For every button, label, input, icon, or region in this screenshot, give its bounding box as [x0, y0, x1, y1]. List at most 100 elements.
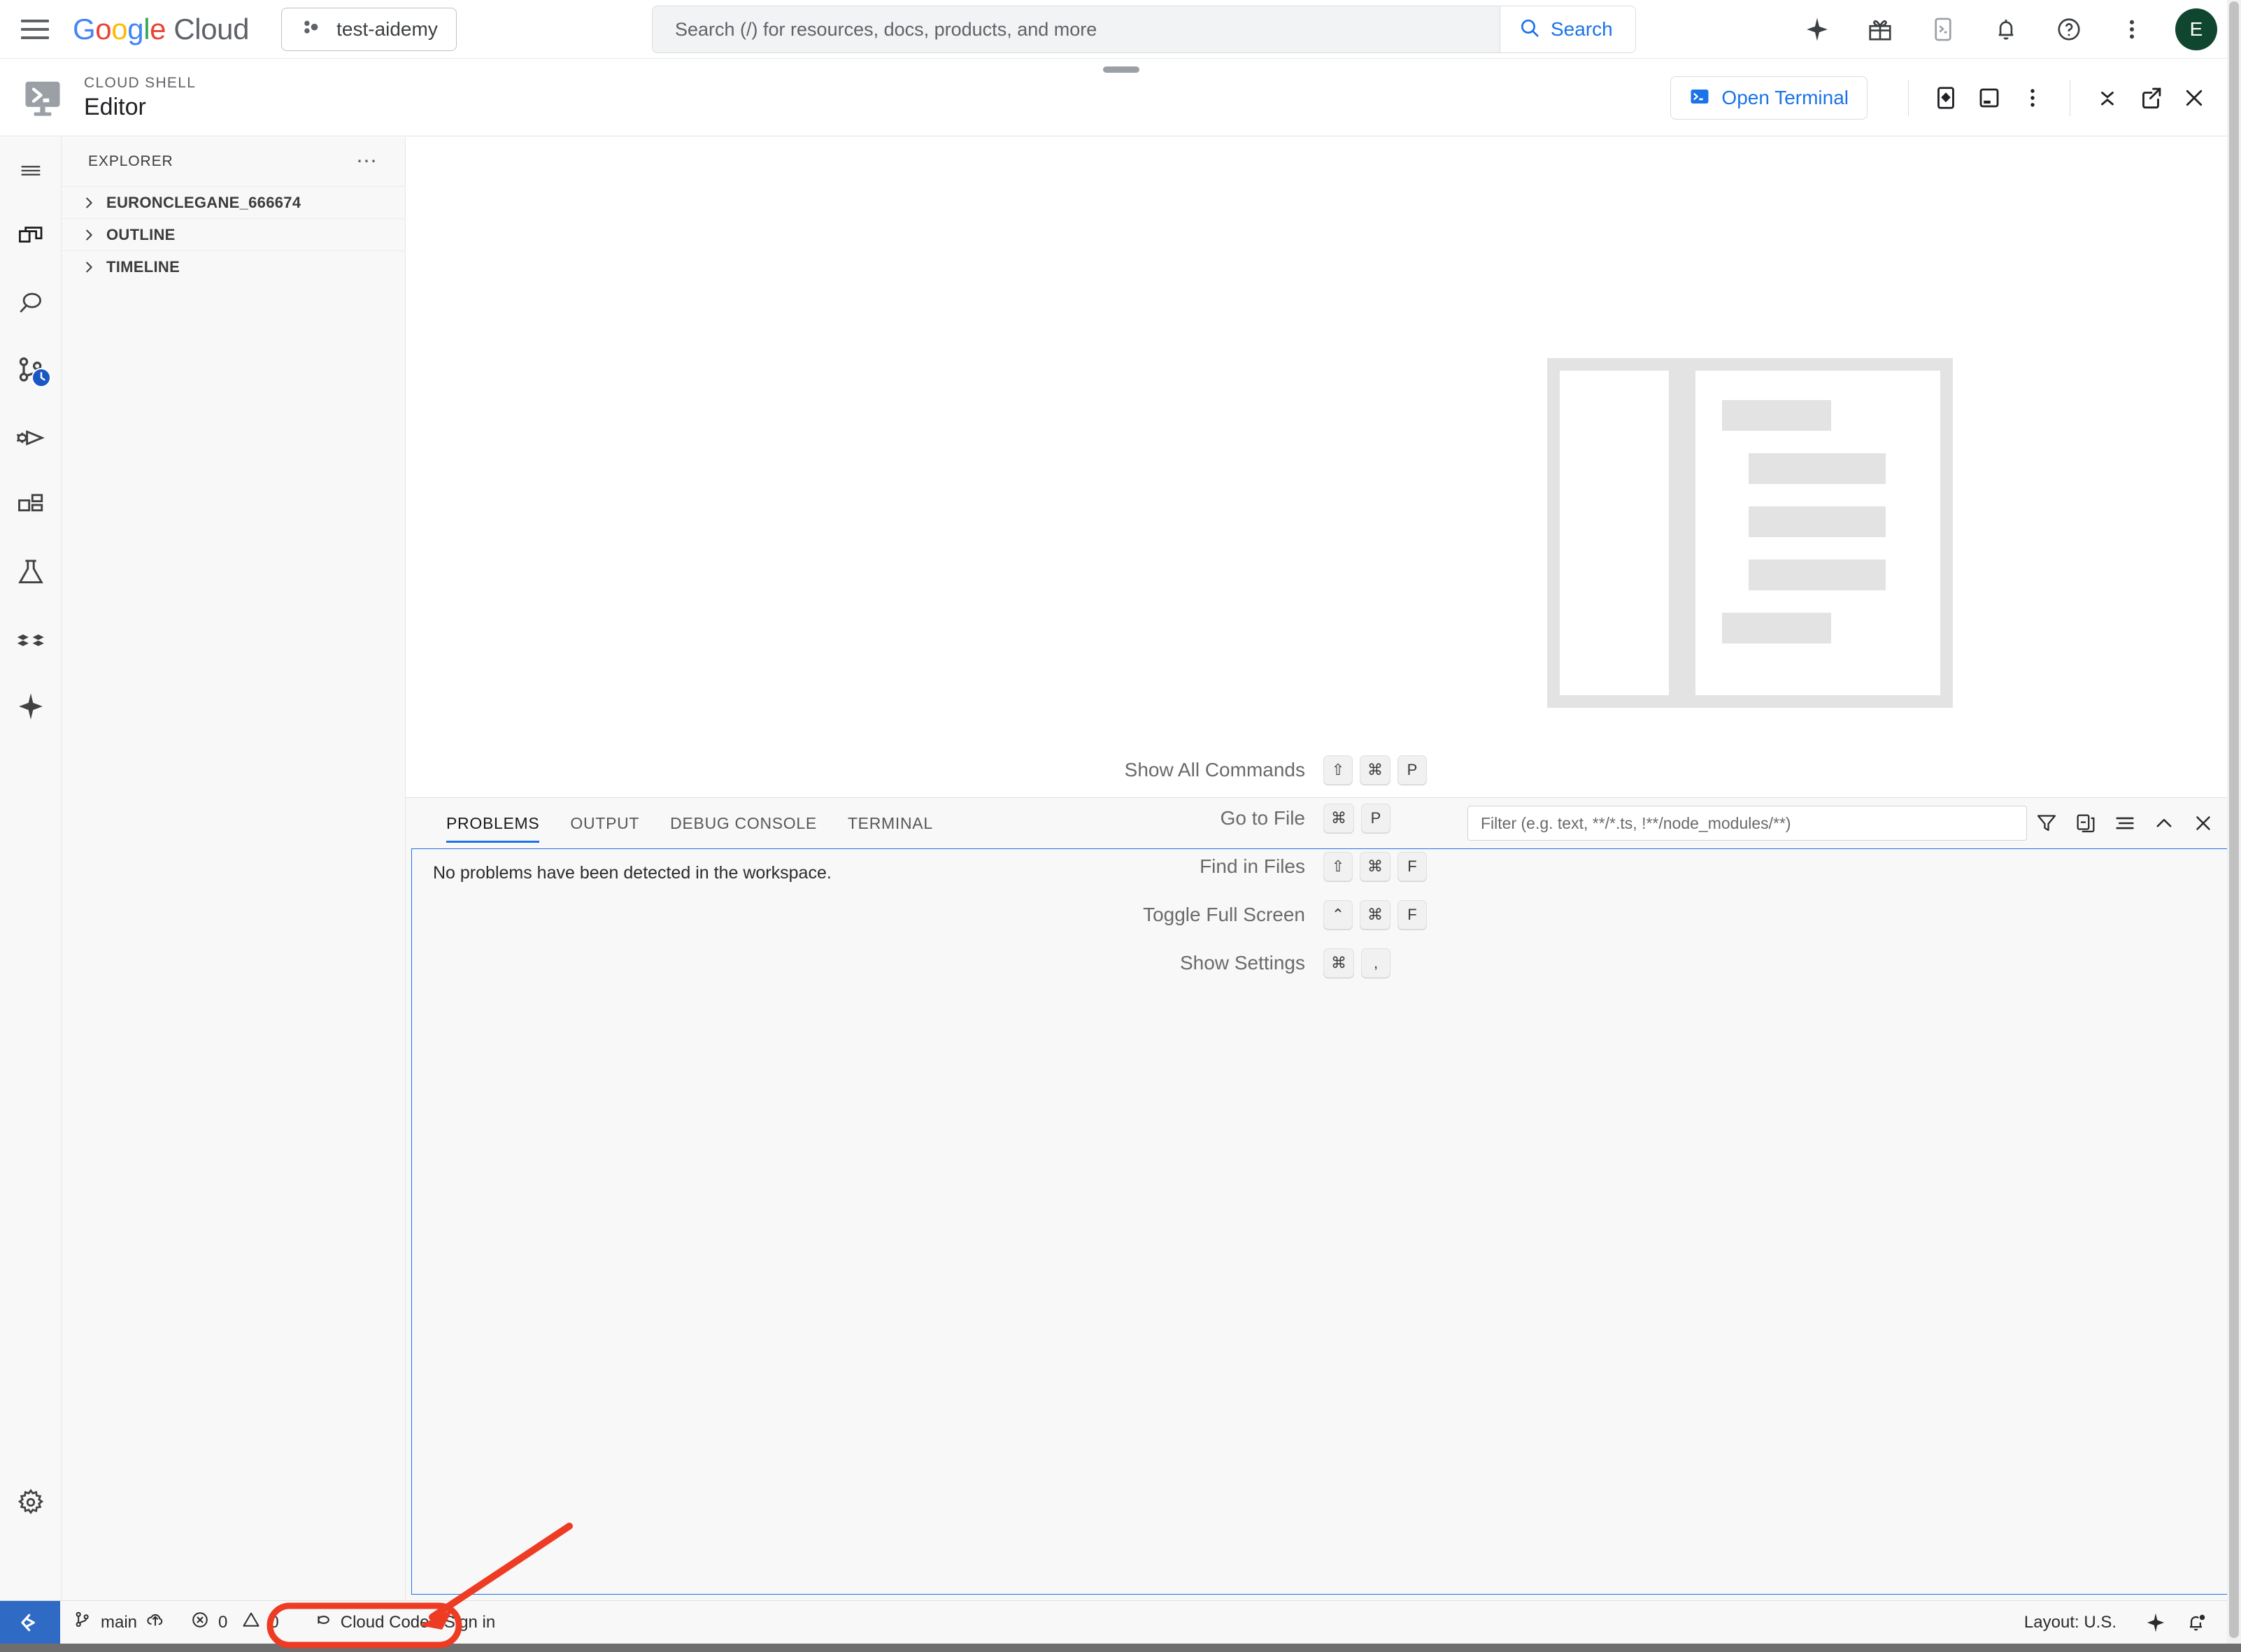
status-cloud-code-label: Cloud Code - Sign in	[340, 1612, 496, 1632]
search-icon	[15, 288, 46, 322]
filter-funnel-icon[interactable]	[2027, 804, 2066, 843]
shortcut-keys: ⇧ ⌘ P	[1323, 755, 1624, 785]
shortcut-label[interactable]: Show All Commands	[1023, 759, 1323, 781]
error-circle-icon	[190, 1610, 210, 1635]
status-keyboard-layout[interactable]: Layout: U.S.	[2012, 1601, 2129, 1644]
window-bottom-strip	[0, 1644, 2241, 1652]
editor-area: Show All Commands ⇧ ⌘ P Go to File ⌘ P F	[406, 137, 2241, 1600]
chevron-up-icon[interactable]	[2144, 804, 2184, 843]
bell-icon[interactable]	[1986, 10, 2026, 49]
status-cloud-code-sign-in[interactable]: Cloud Code - Sign in	[300, 1601, 508, 1644]
sidebar-item-explorer[interactable]	[0, 204, 62, 271]
ellipsis-icon[interactable]: ⋯	[356, 151, 378, 172]
shortcut-row: Show All Commands ⇧ ⌘ P	[406, 746, 2241, 794]
shortcut-keys: ⌘ ,	[1323, 948, 1624, 978]
close-icon[interactable]	[2172, 76, 2216, 120]
ide-workbench: EXPLORER ⋯ EURONCLEGANE_666674 OUTLINE T…	[0, 137, 2241, 1600]
sidebar-item-timeline[interactable]: TIMELINE	[62, 250, 405, 283]
settings-gear-icon[interactable]	[0, 1469, 62, 1536]
close-icon[interactable]	[2184, 804, 2223, 843]
welcome-screen: Show All Commands ⇧ ⌘ P Go to File ⌘ P F	[406, 137, 2241, 978]
shortcut-keys: ⌃ ⌘ F	[1323, 899, 1624, 930]
panel-tools: Filter (e.g. text, **/*.ts, !**/node_mod…	[1467, 798, 2223, 848]
cloud-code-status-icon	[313, 1610, 332, 1635]
page-title: Editor	[84, 93, 146, 120]
status-error-count: 0	[218, 1612, 228, 1632]
cloud-shell-eyebrow: CLOUD SHELL	[84, 74, 197, 91]
view-as-list-icon[interactable]	[2105, 804, 2144, 843]
sidebar-item-workspace-folder[interactable]: EURONCLEGANE_666674	[62, 186, 405, 218]
chevron-right-icon	[81, 259, 97, 275]
sidebar-item-source-control[interactable]	[0, 339, 62, 406]
testing-flask-icon	[15, 556, 47, 592]
preview-web-icon[interactable]	[1924, 76, 1968, 120]
hamburger-menu-icon[interactable]	[0, 137, 62, 204]
google-cloud-logo[interactable]: Google Cloud	[73, 13, 250, 46]
kbd-key: P	[1397, 755, 1427, 785]
status-branch-label: main	[101, 1612, 138, 1632]
remote-window-icon[interactable]	[0, 1600, 60, 1644]
search-input[interactable]: Search (/) for resources, docs, products…	[652, 6, 1500, 53]
avatar[interactable]: E	[2175, 8, 2217, 50]
sidebar-item-testing[interactable]	[0, 540, 62, 607]
source-control-branch-icon	[73, 1610, 92, 1635]
status-branch[interactable]: main	[60, 1601, 178, 1644]
illustration-bar	[1749, 506, 1886, 537]
sidebar-item-search[interactable]	[0, 271, 62, 339]
scrollbar-thumb[interactable]	[2229, 1, 2239, 1638]
minimize-icon[interactable]	[2086, 76, 2129, 120]
sidebar-item-extensions[interactable]	[0, 473, 62, 540]
open-terminal-button[interactable]: Open Terminal	[1670, 76, 1868, 120]
cloud-shell-editor-icon	[21, 76, 64, 120]
kbd-key: F	[1397, 899, 1427, 930]
panel-drag-handle[interactable]	[1103, 66, 1139, 73]
open-new-window-icon[interactable]	[2129, 76, 2172, 120]
warning-triangle-icon	[241, 1610, 261, 1635]
notification-bell-dot-icon[interactable]	[2182, 1601, 2214, 1644]
open-terminal-label: Open Terminal	[1721, 87, 1849, 108]
sidebar-item-label: TIMELINE	[106, 257, 180, 276]
project-name: test-aidemy	[336, 17, 438, 40]
sidebar-item-gemini[interactable]	[0, 674, 62, 741]
filter-input[interactable]: Filter (e.g. text, **/*.ts, !**/node_mod…	[1467, 806, 2027, 841]
hamburger-menu-icon[interactable]	[15, 15, 55, 43]
shortcut-label[interactable]: Find in Files	[1023, 855, 1323, 878]
new-terminal-icon[interactable]	[1968, 76, 2011, 120]
divider	[1908, 80, 1909, 116]
kbd-key: ⇧	[1323, 755, 1353, 785]
shortcut-label[interactable]: Show Settings	[1023, 952, 1323, 974]
status-warning-count: 0	[269, 1612, 279, 1632]
illustration-right-panel	[1695, 371, 1940, 695]
cloud-shell-editor-header: CLOUD SHELL Editor Open Terminal	[0, 59, 2241, 136]
cloud-shell-icon[interactable]	[1923, 10, 1963, 49]
kbd-key: ⌘	[1360, 851, 1390, 881]
tab-debug-console[interactable]: DEBUG CONSOLE	[655, 798, 832, 848]
gemini-sparkle-icon[interactable]	[2129, 1601, 2182, 1644]
terminal-icon	[1689, 86, 1710, 111]
shortcut-label[interactable]: Toggle Full Screen	[1023, 904, 1323, 926]
sidebar-item-label: EURONCLEGANE_666674	[106, 193, 301, 211]
sidebar-item-label: OUTLINE	[106, 225, 176, 243]
status-diagnostics[interactable]: 0 0	[178, 1601, 292, 1644]
tab-output[interactable]: OUTPUT	[555, 798, 655, 848]
explorer-sidebar: EXPLORER ⋯ EURONCLEGANE_666674 OUTLINE T…	[62, 137, 406, 1600]
sidebar-item-run-debug[interactable]	[0, 406, 62, 473]
project-selector-button[interactable]: test-aidemy	[281, 7, 457, 51]
collapse-all-icon[interactable]	[2066, 804, 2105, 843]
more-vert-icon[interactable]	[2011, 76, 2054, 120]
search-button[interactable]: Search	[1500, 6, 1636, 53]
sidebar-item-cloud-code[interactable]	[0, 607, 62, 674]
sidebar-item-outline[interactable]: OUTLINE	[62, 218, 405, 250]
help-icon[interactable]	[2049, 10, 2089, 49]
gemini-sparkle-icon[interactable]	[1798, 10, 1837, 49]
gemini-sparkle-icon	[15, 691, 46, 725]
more-vert-icon[interactable]	[2112, 10, 2151, 49]
search-placeholder: Search (/) for resources, docs, products…	[675, 18, 1097, 40]
tab-problems[interactable]: PROBLEMS	[431, 798, 555, 848]
keyboard-shortcuts-list: Show All Commands ⇧ ⌘ P Go to File ⌘ P F	[406, 746, 2241, 987]
page-scrollbar[interactable]	[2227, 0, 2241, 1652]
tab-terminal[interactable]: TERMINAL	[832, 798, 948, 848]
shortcut-keys: ⇧ ⌘ F	[1323, 851, 1624, 881]
gift-icon[interactable]	[1861, 10, 1900, 49]
illustration-bar	[1722, 613, 1831, 643]
